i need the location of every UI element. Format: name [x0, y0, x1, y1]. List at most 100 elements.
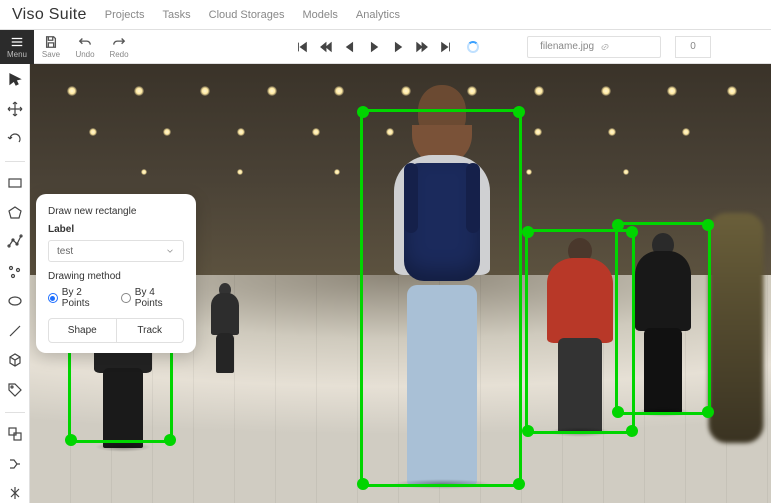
group-tool[interactable] — [5, 425, 25, 445]
ellipse-tool[interactable] — [5, 292, 25, 312]
draw-rectangle-popup: Draw new rectangle Label test Drawing me… — [36, 194, 196, 353]
polygon-tool[interactable] — [5, 203, 25, 223]
polygon-icon — [7, 205, 23, 221]
points-tool[interactable] — [5, 262, 25, 282]
forward-many-button[interactable] — [413, 38, 431, 56]
group-icon — [7, 426, 23, 442]
tag-tool[interactable] — [5, 380, 25, 400]
radio-dot-icon — [48, 293, 58, 303]
polyline-tool[interactable] — [5, 233, 25, 253]
back-many-button[interactable] — [317, 38, 335, 56]
last-frame-button[interactable] — [437, 38, 455, 56]
split-icon — [7, 485, 23, 501]
undo-button[interactable]: Undo — [68, 30, 102, 64]
playback-controls — [293, 38, 479, 56]
skip-last-icon — [439, 40, 453, 54]
cuboid-icon — [7, 352, 23, 368]
radio-label: By 4 Points — [135, 287, 184, 309]
top-nav: Viso Suite Projects Tasks Cloud Storages… — [0, 0, 771, 30]
menu-icon — [10, 35, 24, 49]
forward-button[interactable] — [389, 38, 407, 56]
nav-cloud-storages[interactable]: Cloud Storages — [209, 9, 285, 21]
line-icon — [7, 323, 23, 339]
cuboid-tool[interactable] — [5, 351, 25, 371]
nav-tasks[interactable]: Tasks — [163, 9, 191, 21]
move-icon — [7, 101, 23, 117]
resize-handle-icon[interactable] — [702, 406, 714, 418]
play-button[interactable] — [365, 38, 383, 56]
rectangle-tool[interactable] — [5, 174, 25, 194]
redo-icon — [112, 35, 126, 49]
resize-handle-icon[interactable] — [357, 106, 369, 118]
polyline-icon — [7, 234, 23, 250]
points-icon — [7, 264, 23, 280]
shape-button[interactable]: Shape — [49, 319, 117, 342]
popup-buttons: Shape Track — [48, 318, 184, 343]
step-back-icon — [343, 40, 357, 54]
skip-first-icon — [295, 40, 309, 54]
line-tool[interactable] — [5, 321, 25, 341]
link-icon — [600, 42, 610, 52]
resize-handle-icon[interactable] — [612, 406, 624, 418]
resize-handle-icon[interactable] — [513, 478, 525, 490]
nav-links: Projects Tasks Cloud Storages Models Ana… — [105, 9, 400, 21]
frame-number-input[interactable]: 0 — [675, 36, 711, 58]
undo-icon — [78, 35, 92, 49]
resize-handle-icon[interactable] — [522, 425, 534, 437]
resize-handle-icon[interactable] — [65, 434, 77, 446]
redo-label: Redo — [109, 50, 128, 59]
resize-handle-icon[interactable] — [702, 219, 714, 231]
resize-handle-icon[interactable] — [612, 219, 624, 231]
popup-title: Draw new rectangle — [48, 206, 184, 217]
redo-button[interactable]: Redo — [102, 30, 136, 64]
rotate-tool[interactable] — [5, 129, 25, 149]
move-tool[interactable] — [5, 100, 25, 120]
radio-dot-icon — [121, 293, 131, 303]
radio-by-4-points[interactable]: By 4 Points — [121, 287, 184, 309]
resize-handle-icon[interactable] — [513, 106, 525, 118]
first-frame-button[interactable] — [293, 38, 311, 56]
menu-button[interactable]: Menu — [0, 30, 34, 64]
resize-handle-icon[interactable] — [626, 425, 638, 437]
resize-handle-icon[interactable] — [522, 226, 534, 238]
save-label: Save — [42, 50, 60, 59]
resize-handle-icon[interactable] — [357, 478, 369, 490]
filename-display[interactable]: filename.jpg — [527, 36, 661, 58]
rotate-icon — [7, 131, 23, 147]
save-button[interactable]: Save — [34, 30, 68, 64]
annotation-box[interactable] — [615, 222, 711, 415]
cursor-tool[interactable] — [5, 70, 25, 90]
ellipse-icon — [7, 293, 23, 309]
merge-icon — [7, 456, 23, 472]
rewind-icon — [319, 40, 333, 54]
fast-forward-icon — [415, 40, 429, 54]
back-button[interactable] — [341, 38, 359, 56]
left-toolbar — [0, 64, 30, 503]
radio-by-2-points[interactable]: By 2 Points — [48, 287, 111, 309]
play-icon — [367, 40, 381, 54]
label-heading: Label — [48, 224, 184, 235]
toolbar-separator — [5, 161, 25, 162]
loading-spinner-icon — [467, 41, 479, 53]
merge-tool[interactable] — [5, 454, 25, 474]
nav-analytics[interactable]: Analytics — [356, 9, 400, 21]
toolbar-separator — [5, 412, 25, 413]
canvas[interactable]: Draw new rectangle Label test Drawing me… — [30, 64, 771, 503]
annotation-box[interactable] — [360, 109, 522, 487]
brand: Viso Suite — [12, 6, 87, 24]
radio-label: By 2 Points — [62, 287, 111, 309]
tag-icon — [7, 382, 23, 398]
split-tool[interactable] — [5, 484, 25, 503]
action-bar: Menu Save Undo Redo filename.jpg 0 — [0, 30, 771, 64]
label-select-value: test — [57, 246, 73, 257]
drawing-method-radios: By 2 Points By 4 Points — [48, 287, 184, 309]
track-button[interactable]: Track — [117, 319, 184, 342]
nav-projects[interactable]: Projects — [105, 9, 145, 21]
main-area: Draw new rectangle Label test Drawing me… — [0, 64, 771, 503]
label-select[interactable]: test — [48, 240, 184, 262]
nav-models[interactable]: Models — [302, 9, 337, 21]
rectangle-icon — [7, 175, 23, 191]
resize-handle-icon[interactable] — [164, 434, 176, 446]
method-heading: Drawing method — [48, 271, 184, 282]
undo-label: Undo — [75, 50, 94, 59]
